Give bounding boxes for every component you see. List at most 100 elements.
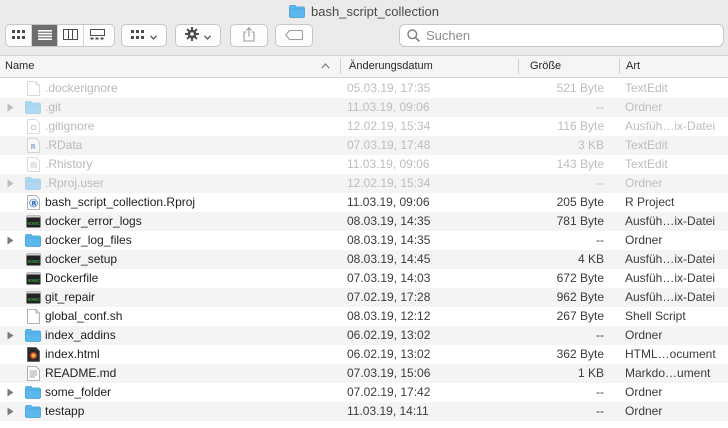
folder-icon xyxy=(25,233,41,248)
file-name: some_folder xyxy=(45,385,112,399)
tag-icon xyxy=(285,29,304,43)
finder-toolbar: bash_script_collection xyxy=(0,0,728,56)
view-switcher xyxy=(5,24,115,47)
group-icon xyxy=(131,29,145,43)
gallery-icon xyxy=(89,28,105,43)
file-row[interactable]: exec docker_setup 08.03.19, 14:45 4 KB Ausfü… xyxy=(0,250,728,269)
group-button[interactable] xyxy=(121,24,167,47)
r-history-icon xyxy=(25,157,41,172)
search-input[interactable] xyxy=(426,28,706,43)
file-modified-date: 12.02.19, 15:34 xyxy=(347,176,431,190)
column-divider[interactable] xyxy=(619,59,620,74)
r-data-icon: R xyxy=(25,138,41,153)
file-size: 116 Byte xyxy=(557,119,604,133)
folder-row[interactable]: docker_log_files 08.03.19, 14:35 -- Ordner xyxy=(0,231,728,250)
file-modified-date: 07.02.19, 17:28 xyxy=(347,290,431,304)
disclosure-triangle-icon[interactable] xyxy=(7,402,17,421)
icon-grid-icon xyxy=(11,29,26,43)
file-name: git_repair xyxy=(45,290,96,304)
action-button[interactable] xyxy=(175,24,221,47)
file-modified-date: 05.03.19, 17:35 xyxy=(347,81,431,95)
exec-document-icon xyxy=(25,119,41,134)
file-size: 3 KB xyxy=(577,138,604,152)
window-title: bash_script_collection xyxy=(311,4,439,19)
file-name: index_addins xyxy=(45,328,116,342)
file-name: .Rhistory xyxy=(45,157,93,171)
folder-row[interactable]: .git 11.03.19, 09:06 -- Ordner xyxy=(0,98,728,117)
file-name: .dockerignore xyxy=(45,81,118,95)
file-modified-date: 08.03.19, 14:35 xyxy=(347,233,431,247)
file-row[interactable]: .Rhistory 11.03.19, 09:06 143 Byte TextEdit xyxy=(0,155,728,174)
file-size: 362 Byte xyxy=(556,347,604,361)
file-kind: TextEdit xyxy=(625,138,668,152)
file-modified-date: 11.03.19, 14:11 xyxy=(347,404,429,418)
file-row[interactable]: global_conf.sh 08.03.19, 12:12 267 Byte She… xyxy=(0,307,728,326)
file-kind: TextEdit xyxy=(625,81,668,95)
file-size: -- xyxy=(596,176,604,190)
folder-icon xyxy=(25,100,41,115)
file-modified-date: 06.02.19, 13:02 xyxy=(347,347,431,361)
disclosure-triangle-icon[interactable] xyxy=(7,326,17,345)
file-kind: Ordner xyxy=(625,176,663,190)
file-size: 672 Byte xyxy=(556,271,604,285)
file-name: bash_script_collection.Rproj xyxy=(45,195,196,209)
list-view-button[interactable] xyxy=(32,25,58,46)
file-name: index.html xyxy=(45,347,100,361)
file-row[interactable]: .dockerignore 05.03.19, 17:35 521 Byte Text… xyxy=(0,79,728,98)
file-kind: Ausfüh…ix-Datei xyxy=(625,271,716,285)
column-divider[interactable] xyxy=(518,59,519,74)
file-kind: HTML…ocument xyxy=(625,347,716,361)
disclosure-triangle-icon[interactable] xyxy=(7,383,17,402)
share-icon xyxy=(243,26,255,45)
column-header-name[interactable]: Name xyxy=(0,56,340,77)
column-header: Name Änderungsdatum Größe Art xyxy=(0,56,728,78)
share-button[interactable] xyxy=(230,24,268,47)
file-kind: TextEdit xyxy=(625,157,668,171)
file-size: 962 Byte xyxy=(556,290,604,304)
search-field[interactable] xyxy=(399,24,724,47)
file-modified-date: 08.03.19, 14:45 xyxy=(347,252,431,266)
file-row[interactable]: index.html 06.02.19, 13:02 362 Byte HTML…oc… xyxy=(0,345,728,364)
column-header-kind[interactable]: Art xyxy=(621,56,728,77)
file-row[interactable]: R .RData 07.03.19, 17:48 3 KB TextEdit xyxy=(0,136,728,155)
folder-row[interactable]: some_folder 07.02.19, 17:42 -- Ordner xyxy=(0,383,728,402)
column-header-size[interactable]: Größe xyxy=(525,56,619,77)
folder-row[interactable]: testapp 11.03.19, 14:11 -- Ordner xyxy=(0,402,728,421)
gear-icon xyxy=(185,27,199,44)
file-row[interactable]: README.md 07.03.19, 15:06 1 KB Markdo…ument xyxy=(0,364,728,383)
column-divider[interactable] xyxy=(340,59,341,74)
list-icon xyxy=(37,29,52,43)
gallery-view-button[interactable] xyxy=(84,25,110,46)
tag-button[interactable] xyxy=(275,24,313,47)
file-kind: Ausfüh…ix-Datei xyxy=(625,214,716,228)
folder-icon xyxy=(289,5,305,21)
file-name: docker_log_files xyxy=(45,233,132,247)
file-kind: Ordner xyxy=(625,404,663,418)
file-name: global_conf.sh xyxy=(45,309,123,323)
column-header-date[interactable]: Änderungsdatum xyxy=(344,56,518,77)
file-row[interactable]: .gitignore 12.02.19, 15:34 116 Byte Ausfüh…… xyxy=(0,117,728,136)
file-kind: Shell Script xyxy=(625,309,686,323)
file-size: 521 Byte xyxy=(556,81,604,95)
file-row[interactable]: Rbash_script_collection.Rproj 11.03.19, 0… xyxy=(0,193,728,212)
folder-row[interactable]: index_addins 06.02.19, 13:02 -- Ordner xyxy=(0,326,728,345)
file-row[interactable]: exec Dockerfile 07.03.19, 14:03 672 Byte Aus… xyxy=(0,269,728,288)
folder-row[interactable]: .Rproj.user 12.02.19, 15:34 -- Ordner xyxy=(0,174,728,193)
svg-text:exec: exec xyxy=(28,297,40,303)
file-size: 143 Byte xyxy=(556,157,604,171)
file-size: -- xyxy=(596,385,604,399)
file-size: -- xyxy=(596,233,604,247)
file-modified-date: 08.03.19, 12:12 xyxy=(347,309,431,323)
file-size: -- xyxy=(596,404,604,418)
file-row[interactable]: exec docker_error_logs 08.03.19, 14:35 781 … xyxy=(0,212,728,231)
file-name: Dockerfile xyxy=(45,271,99,285)
icon-view-button[interactable] xyxy=(6,25,32,46)
disclosure-triangle-icon[interactable] xyxy=(7,98,17,117)
disclosure-triangle-icon[interactable] xyxy=(7,231,17,250)
disclosure-triangle-icon[interactable] xyxy=(7,174,17,193)
svg-text:R: R xyxy=(30,143,36,151)
file-modified-date: 06.02.19, 13:02 xyxy=(347,328,431,342)
file-row[interactable]: exec git_repair 07.02.19, 17:28 962 Byte Aus… xyxy=(0,288,728,307)
svg-text:R: R xyxy=(31,200,36,207)
column-view-button[interactable] xyxy=(58,25,84,46)
